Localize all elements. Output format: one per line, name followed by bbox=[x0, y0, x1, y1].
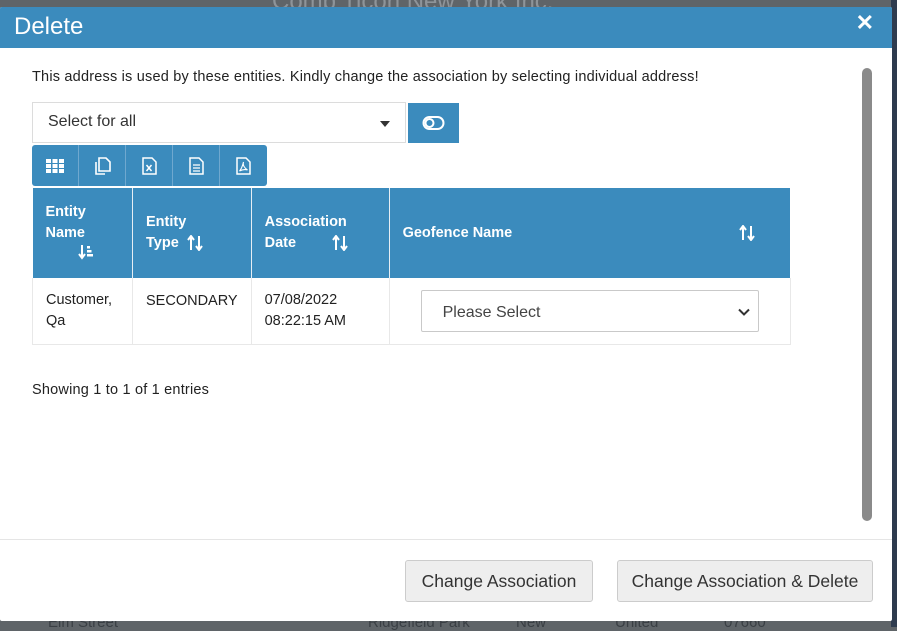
change-association-delete-button[interactable]: Change Association & Delete bbox=[617, 560, 873, 602]
cell-entity-name: Customer, Qa bbox=[32, 278, 133, 345]
header-label: Association bbox=[264, 214, 347, 230]
column-visibility-button[interactable] bbox=[32, 145, 79, 186]
footer-divider bbox=[0, 539, 892, 540]
entities-table: Entity Name Entity Type Association Date… bbox=[32, 188, 791, 345]
pdf-export-button[interactable] bbox=[220, 145, 267, 186]
geofence-select[interactable]: Please Select bbox=[420, 289, 759, 332]
header-label: Entity bbox=[146, 214, 187, 230]
grid-icon bbox=[46, 158, 64, 173]
delete-modal: Delete ✕ This address is used by these e… bbox=[0, 7, 892, 621]
cell-geofence: Please Select bbox=[389, 278, 791, 345]
export-toolbar bbox=[32, 145, 267, 186]
column-header-entity-type[interactable]: Entity Type bbox=[132, 188, 252, 278]
column-header-geofence-name[interactable]: Geofence Name bbox=[389, 188, 791, 278]
sort-icon bbox=[332, 235, 348, 252]
cell-association-date: 07/08/2022 08:22:15 AM bbox=[251, 278, 390, 345]
cell-text: 07/08/2022 bbox=[264, 291, 338, 308]
modal-header: Delete ✕ bbox=[0, 7, 892, 48]
csv-icon bbox=[188, 156, 204, 175]
modal-title: Delete bbox=[14, 13, 84, 40]
caret-down-icon bbox=[380, 121, 390, 127]
header-label: Geofence Name bbox=[402, 224, 513, 241]
select-for-all-value: Select for all bbox=[48, 113, 137, 130]
toggle-icon bbox=[422, 116, 445, 130]
table-header-row: Entity Name Entity Type Association Date… bbox=[32, 188, 791, 278]
cell-text: Qa bbox=[46, 312, 66, 329]
excel-icon bbox=[141, 156, 157, 175]
sort-icon bbox=[739, 225, 755, 241]
scrollbar[interactable] bbox=[862, 68, 872, 521]
cell-entity-type: SECONDARY bbox=[132, 278, 252, 345]
entries-info: Showing 1 to 1 of 1 entries bbox=[32, 382, 210, 398]
copy-icon bbox=[95, 156, 111, 175]
toggle-button[interactable] bbox=[408, 103, 459, 143]
column-header-association-date[interactable]: Association Date bbox=[251, 188, 390, 278]
close-icon[interactable]: ✕ bbox=[856, 10, 874, 36]
chevron-down-icon bbox=[737, 308, 750, 316]
change-association-button[interactable]: Change Association bbox=[405, 560, 593, 602]
header-label: Entity bbox=[45, 203, 86, 220]
select-for-all-dropdown[interactable]: Select for all bbox=[32, 102, 406, 143]
header-label: Name bbox=[45, 224, 86, 241]
sort-amount-wrapper bbox=[46, 244, 120, 265]
header-label: Type bbox=[146, 235, 179, 251]
excel-export-button[interactable] bbox=[126, 145, 173, 186]
sort-amount-icon bbox=[77, 244, 93, 260]
header-label: Date bbox=[264, 235, 297, 251]
csv-export-button[interactable] bbox=[173, 145, 220, 186]
info-message: This address is used by these entities. … bbox=[32, 69, 699, 85]
copy-button[interactable] bbox=[79, 145, 126, 186]
pdf-icon bbox=[236, 156, 251, 175]
table-row: Customer, Qa SECONDARY 07/08/2022 08:22:… bbox=[32, 278, 791, 345]
cell-text: Customer, bbox=[46, 291, 113, 308]
cell-text: 08:22:15 AM bbox=[264, 312, 347, 329]
column-header-entity-name[interactable]: Entity Name bbox=[32, 188, 133, 278]
sort-icon bbox=[186, 235, 203, 252]
geofence-select-value: Please Select bbox=[442, 303, 541, 321]
